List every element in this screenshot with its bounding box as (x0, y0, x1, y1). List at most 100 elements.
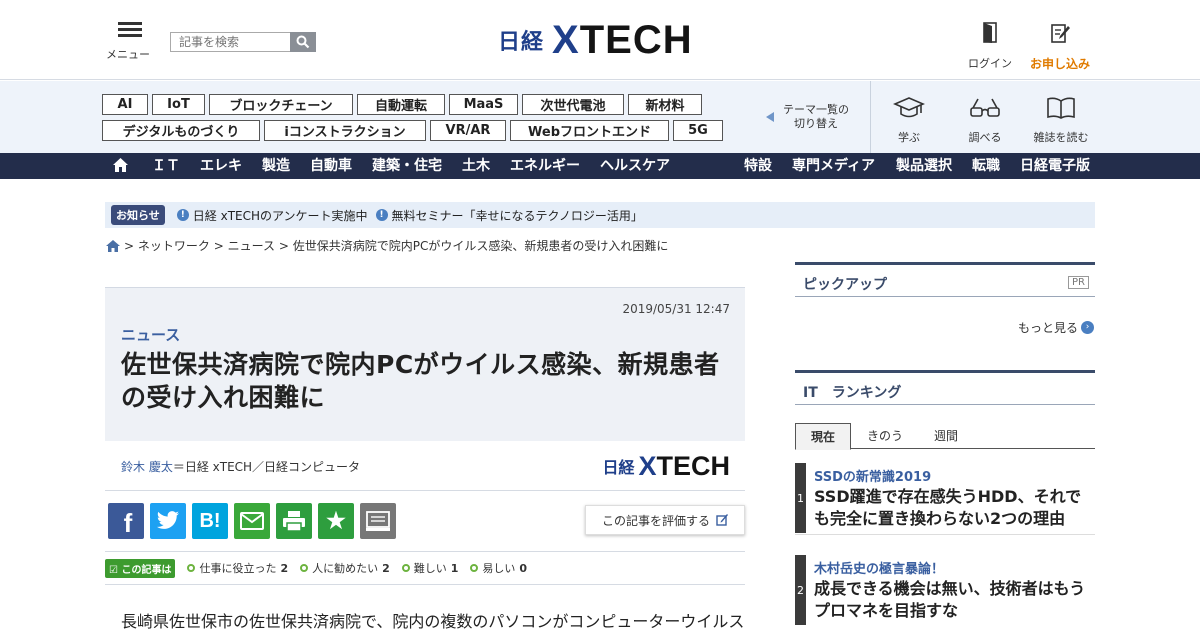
site-logo[interactable]: 日経 XTECH (498, 20, 693, 60)
notice-bar: お知らせ ! 日経 xTECHのアンケート実施中 ! 無料セミナー「幸せになるテ… (105, 202, 1095, 228)
logo-nikkei: 日経 (498, 30, 545, 55)
nav-item-manufacturing[interactable]: 製造 (262, 153, 290, 179)
circle-icon (470, 564, 479, 572)
favorite-button[interactable]: ★ (318, 503, 354, 539)
topic-tag-web-frontend[interactable]: Webフロントエンド (510, 120, 669, 141)
nav-item-media[interactable]: 専門メディア (792, 153, 875, 179)
main-nav: ＩＴ エレキ 製造 自動車 建築・住宅 土木 エネルギー ヘルスケア 特設 専門… (0, 153, 1200, 179)
home-icon[interactable] (106, 239, 120, 252)
hatena-bookmark-button[interactable]: B! (192, 503, 228, 539)
topic-bar: AI IoT ブロックチェーン 自動運転 MaaS 次世代電池 新材料 デジタル… (0, 81, 1200, 153)
tab-weekly[interactable]: 週間 (921, 423, 971, 449)
ranking-category[interactable]: SSDの新常識2019 (814, 466, 931, 485)
menu-button[interactable]: メニュー (106, 22, 152, 62)
nav-item-jobs[interactable]: 転職 (972, 153, 1000, 179)
nav-item-energy[interactable]: エネルギー (510, 153, 580, 179)
rank-number: 1 (795, 463, 806, 533)
ranking-tabs: 現在 きのう 週間 (795, 423, 1095, 450)
eval-badge: ☑ この記事は (105, 558, 176, 578)
nav-item-civil[interactable]: 土木 (462, 153, 490, 179)
search-input[interactable] (170, 32, 290, 52)
breadcrumb-news[interactable]: ニュース (228, 237, 275, 254)
tool-search-button[interactable]: 調べる (955, 96, 1015, 145)
topic-tag-iot[interactable]: IoT (152, 94, 205, 115)
eval-item: 難しい 1 (401, 560, 458, 576)
nav-item-electronics[interactable]: エレキ (200, 153, 242, 179)
subscribe-label: お申し込み (1029, 57, 1090, 71)
topic-tag-new-materials[interactable]: 新材料 (628, 94, 702, 115)
ranking-title-text[interactable]: 成長できる機会は無い、技術者はもうプロマネを目指すな (814, 578, 1094, 622)
topic-tag-autonomous-driving[interactable]: 自動運転 (357, 94, 445, 115)
twitter-share-button[interactable] (150, 503, 186, 539)
tool-learn-button[interactable]: 学ぶ (879, 96, 939, 145)
ranking-item-1[interactable]: 1 SSDの新常識2019 SSD躍進で存在感失うHDD、それでも完全に置き換わ… (795, 463, 1095, 535)
search-icon (296, 35, 310, 49)
topic-tag-vr-ar[interactable]: VR/AR (430, 120, 506, 141)
tool-search-label: 調べる (968, 131, 1002, 144)
nav-item-architecture[interactable]: 建築・住宅 (372, 153, 442, 179)
topic-tag-5g[interactable]: 5G (673, 120, 723, 141)
nav-item-nikkei-digital[interactable]: 日経電子版 (1020, 153, 1090, 179)
login-label: ログイン (968, 57, 1012, 70)
tab-yesterday[interactable]: きのう (855, 423, 915, 449)
search-box (170, 32, 316, 52)
rank-number: 2 (795, 555, 806, 625)
subscribe-button[interactable]: お申し込み (1026, 22, 1094, 72)
topic-tag-digital-manufacturing[interactable]: デジタルものづくり (102, 120, 260, 141)
mail-share-button[interactable] (234, 503, 270, 539)
breadcrumb-network[interactable]: ネットワーク (138, 237, 210, 254)
hamburger-icon (118, 22, 142, 38)
topic-tag-i-construction[interactable]: iコンストラクション (264, 120, 426, 141)
breadcrumb-current: 佐世保共済病院で院内PCがウイルス感染、新規患者の受け入れ困難に (292, 239, 669, 253)
memo-button[interactable] (360, 503, 396, 539)
login-button[interactable]: ログイン (966, 22, 1014, 71)
theme-switch-line2: 切り替え (794, 117, 838, 130)
nav-home[interactable] (112, 153, 129, 179)
graduation-cap-icon (892, 97, 926, 118)
ranking-category[interactable]: 木村岳史の極言暴論！ (814, 558, 944, 577)
nav-item-healthcare[interactable]: ヘルスケア (600, 153, 670, 179)
note-icon (366, 511, 390, 531)
tool-learn-label: 学ぶ (898, 131, 920, 144)
print-button[interactable] (276, 503, 312, 539)
menu-label: メニュー (106, 48, 150, 61)
eval-item: 人に勧めたい 2 (300, 560, 390, 576)
nav-item-special[interactable]: 特設 (744, 153, 772, 179)
ranking-item-2[interactable]: 2 木村岳史の極言暴論！ 成長できる機会は無い、技術者はもうプロマネを目指すな (795, 555, 1095, 627)
nav-item-automotive[interactable]: 自動車 (310, 153, 352, 179)
author-name[interactable]: 鈴木 慶太 (121, 460, 173, 474)
home-icon (113, 158, 128, 172)
notice-link-survey[interactable]: 日経 xTECHのアンケート実施中 (193, 207, 368, 224)
article-title: 佐世保共済病院で院内PCがウイルス感染、新規患者の受け入れ困難に (121, 350, 720, 412)
twitter-icon (157, 511, 179, 529)
nav-item-products[interactable]: 製品選択 (896, 153, 952, 179)
star-icon: ★ (326, 508, 346, 533)
breadcrumb-sep: > (213, 238, 224, 253)
ranking-title-text[interactable]: SSD躍進で存在感失うHDD、それでも完全に置き換わらない2つの理由 (814, 486, 1094, 530)
breadcrumb-sep: > (278, 238, 289, 253)
facebook-icon: f (123, 507, 133, 538)
facebook-share-button[interactable]: f (108, 503, 144, 539)
tool-read-magazine-label: 雑誌を読む (1033, 131, 1089, 144)
topic-tag-maas[interactable]: MaaS (449, 94, 518, 115)
search-button[interactable] (290, 32, 316, 52)
notice-link-seminar[interactable]: 無料セミナー「幸せになるテクノロジー活用」 (392, 207, 643, 224)
edit-icon (716, 514, 728, 526)
pr-badge: PR (1068, 276, 1089, 289)
more-link[interactable]: もっと見る › (1018, 319, 1094, 336)
ranking-section: IT ランキング 現在 きのう 週間 1 SSDの新常識2019 SSD躍進で存… (795, 370, 1095, 625)
theme-switch-button[interactable]: テーマ一覧の 切り替え (766, 103, 856, 131)
ranking-title: IT ランキング (795, 373, 1095, 405)
printer-icon (283, 511, 305, 532)
tab-now[interactable]: 現在 (795, 423, 851, 450)
nav-item-it[interactable]: ＩＴ (152, 153, 180, 179)
topic-tag-ai[interactable]: AI (102, 94, 148, 115)
rate-article-button[interactable]: この記事を評価する (585, 505, 745, 535)
notice-badge: お知らせ (111, 205, 165, 225)
article-body: 長崎県佐世保市の佐世保共済病院で、院内の複数のパソコンがコンピューターウイルス (121, 612, 745, 630)
chevron-right-icon: › (1081, 321, 1094, 334)
tool-read-magazine-button[interactable]: 雑誌を読む (1031, 96, 1091, 145)
topic-tag-next-gen-battery[interactable]: 次世代電池 (522, 94, 624, 115)
article-category[interactable]: ニュース (121, 324, 180, 345)
topic-tag-blockchain[interactable]: ブロックチェーン (209, 94, 353, 115)
